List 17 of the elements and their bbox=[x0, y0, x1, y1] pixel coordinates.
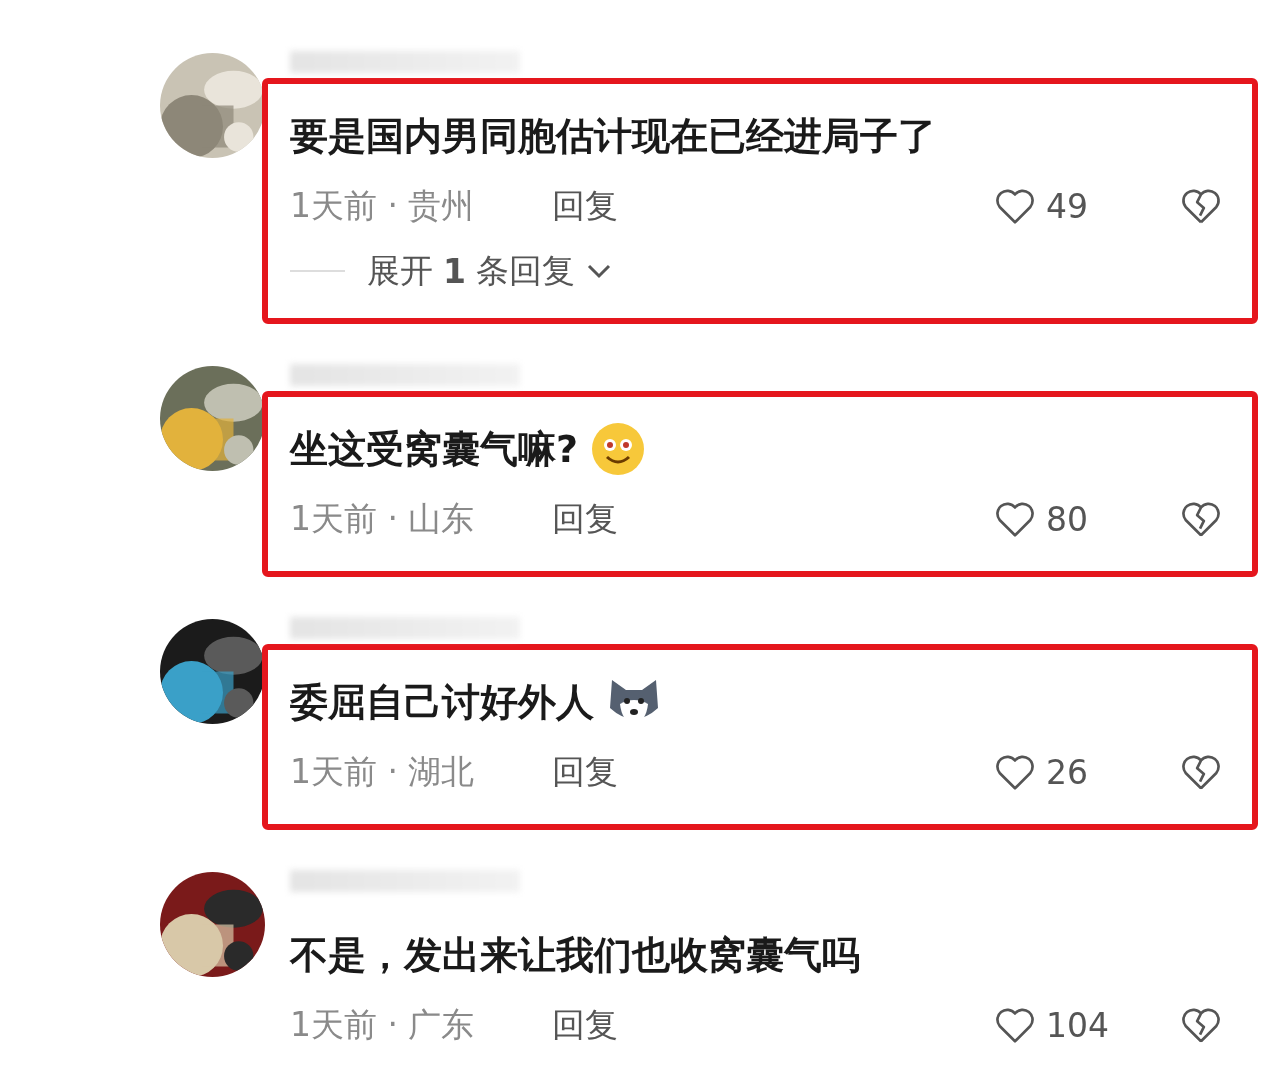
smiley-icon bbox=[590, 421, 647, 477]
like-count: 80 bbox=[1046, 499, 1089, 539]
like-count: 49 bbox=[1046, 186, 1089, 226]
comment-text: 坐这受窝囊气嘛? bbox=[290, 426, 579, 473]
comment-text: 委屈自己讨好外人 bbox=[290, 679, 594, 726]
like-count: 26 bbox=[1046, 752, 1089, 792]
comment-text: 不是，发出来让我们也收窝囊气吗 bbox=[290, 932, 860, 979]
comment-text: 要是国内男同胞估计现在已经进局子了 bbox=[290, 113, 936, 160]
like-count: 104 bbox=[1046, 1005, 1106, 1045]
comment-meta: 1天前 · 贵州 bbox=[290, 184, 476, 227]
comment-meta: 1天前 · 山东 bbox=[290, 497, 476, 540]
reply-button[interactable]: 回复 bbox=[552, 496, 618, 542]
reply-button[interactable]: 回复 bbox=[552, 749, 618, 795]
comment-meta: 1天前 · 广东 bbox=[290, 1003, 476, 1046]
reply-button[interactable]: 回复 bbox=[552, 1002, 618, 1048]
reply-button[interactable]: 回复 bbox=[552, 183, 618, 229]
comment-meta: 1天前 · 湖北 bbox=[290, 750, 476, 793]
